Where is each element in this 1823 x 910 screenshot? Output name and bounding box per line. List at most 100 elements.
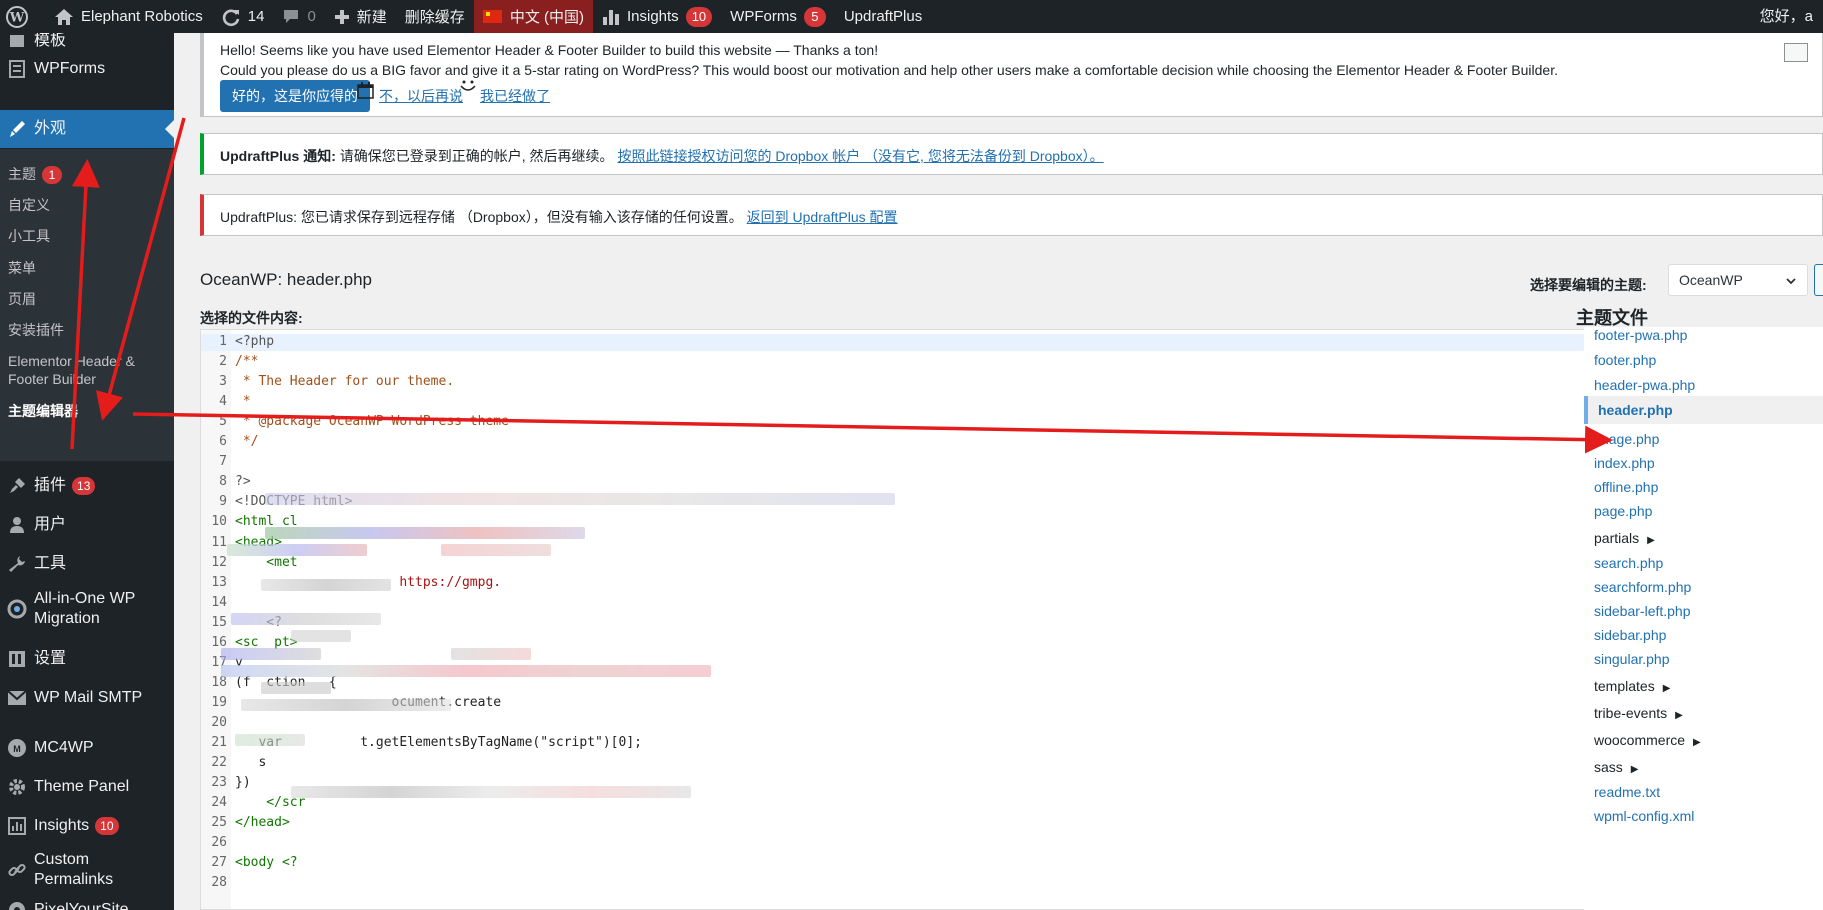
line-number: 3 [219,374,227,390]
line-number: 11 [211,534,227,550]
select-theme-button[interactable] [1814,264,1823,296]
submenu-customize[interactable]: 自定义 [8,196,50,214]
comments-link[interactable]: 0 [273,0,324,33]
file-folder-item[interactable]: sass [1594,759,1639,775]
purge-cache-link[interactable]: 删除缓存 [396,0,474,33]
line-number: 7 [219,454,227,470]
wordpress-logo-icon[interactable]: W [0,0,45,33]
plugins-update-badge: 13 [72,477,96,495]
menu-appearance[interactable]: 外观 [0,110,174,148]
file-item[interactable]: image.php [1594,431,1659,447]
file-item[interactable]: page.php [1594,503,1652,519]
menu-label: 工具 [34,555,67,572]
menu-all-in-one-wp-migration[interactable]: All-in-One WP Migration [0,586,174,632]
theme-select[interactable]: OceanWP [1668,264,1808,296]
appearance-icon [0,120,34,138]
menu-tools[interactable]: 工具 [0,547,174,581]
updates-link[interactable]: 14 [212,0,274,33]
menu-mc4wp[interactable]: M MC4WP [0,731,174,765]
file-folder-item[interactable]: tribe-events [1594,705,1683,721]
menu-wp-mail-smtp[interactable]: WP Mail SMTP [0,681,174,715]
file-folder-item[interactable]: templates [1594,678,1670,694]
redacted-block [221,648,321,660]
code-editor[interactable]: 1 <?php 2 /** 3 * The Header for our theme. 4… [200,329,1603,910]
insights-link[interactable]: Insights 10 [593,0,721,33]
file-item[interactable]: singular.php [1594,651,1670,667]
insights-badge: 10 [95,817,119,835]
menu-label: 外观 [34,120,67,137]
submenu-header[interactable]: 页眉 [8,290,36,308]
code-line: 15 <? [201,615,1586,632]
file-item[interactable]: offline.php [1594,479,1658,495]
code-line: 2 /** [201,354,1586,371]
submenu-theme-editor[interactable]: 主题编辑器 [8,402,78,420]
redacted-block [451,648,531,660]
file-item[interactable]: sidebar-left.php [1594,603,1691,619]
code-text: * @package OceanWP WordPress theme [235,414,509,430]
menu-theme-panel[interactable]: Theme Panel [0,770,174,804]
svg-text:M: M [13,744,21,754]
site-name-link[interactable]: Elephant Robotics [45,0,212,33]
updates-icon [222,9,240,26]
menu-pixelyoursite[interactable]: PixelYourSite [0,895,174,910]
maybe-later-link[interactable]: 不，以后再说 [379,86,463,106]
templates-icon [0,33,34,49]
submenu-hfe-builder[interactable]: Elementor Header & Footer Builder [8,352,158,388]
language-switcher[interactable]: 中文 (中国) [473,0,593,33]
file-item[interactable]: wpml-config.xml [1594,808,1694,824]
line-number: 5 [219,414,227,430]
file-item[interactable]: footer.php [1594,352,1656,368]
link-icon [0,860,34,880]
file-item[interactable]: footer-pwa.php [1594,327,1687,343]
menu-custom-permalinks[interactable]: Custom Permalinks [0,848,174,892]
line-number: 19 [211,694,227,710]
dropbox-auth-link[interactable]: 按照此链接授权访问您的 Dropbox 帐户 （没有它, 您将无法备份到 Dro… [617,148,1103,164]
menu-users[interactable]: 用户 [0,508,174,542]
line-number: 22 [211,755,227,771]
line-number: 8 [219,474,227,490]
file-item[interactable]: header-pwa.php [1594,377,1695,393]
new-content-link[interactable]: 新建 [325,0,396,33]
menu-label: 用户 [34,516,67,533]
code-line: 5 * @package OceanWP WordPress theme [201,414,1586,431]
submenu-menus[interactable]: 菜单 [8,259,36,277]
main-content: Hello! Seems like you have used Elemento… [174,33,1823,910]
mail-icon [0,690,34,706]
wpforms-link[interactable]: WPForms 5 [721,0,835,33]
updraftplus-label: UpdraftPlus [843,8,923,25]
menu-insights[interactable]: Insights 10 [0,809,174,843]
rate-button[interactable]: 好的，这是你应得的 [220,80,370,112]
file-folder-item[interactable]: partials [1594,530,1655,546]
user-greeting[interactable]: 您好，a [1760,0,1813,33]
menu-settings[interactable]: 设置 [0,642,174,676]
line-number: 23 [211,775,227,791]
updraftplus-settings-link[interactable]: 返回到 UpdraftPlus 配置 [747,209,898,225]
file-item[interactable]: sidebar.php [1594,627,1666,643]
code-line: 8 ?> [201,474,1586,491]
code-line: 22 s [201,755,1586,772]
updraftplus-link[interactable]: UpdraftPlus [835,0,931,33]
menu-templates[interactable]: 模板 [0,33,174,55]
file-item[interactable]: searchform.php [1594,579,1691,595]
file-item[interactable]: readme.txt [1594,784,1660,800]
line-number: 21 [211,735,227,750]
menu-label: 设置 [34,650,67,667]
mc4wp-icon: M [0,738,34,758]
insights-count-badge: 10 [685,6,713,27]
file-item-current[interactable]: header.php [1584,396,1823,424]
file-item[interactable]: index.php [1594,455,1655,471]
file-item[interactable]: search.php [1594,555,1663,571]
redacted-block [291,630,351,642]
code-line: 28 [201,875,1586,892]
code-line: 6 */ [201,434,1586,451]
menu-label: All-in-One WP Migration [34,590,136,627]
submenu-widgets[interactable]: 小工具 [8,227,50,245]
already-did-link[interactable]: 我已经做了 [480,86,550,106]
menu-plugins[interactable]: 插件 13 [0,469,174,503]
submenu-themes[interactable]: 主题 1 [8,165,62,184]
submenu-install-plugins[interactable]: 安装插件 [8,321,64,339]
menu-wpforms[interactable]: WPForms [0,55,174,83]
menu-label: WPForms [34,60,106,77]
file-folder-item[interactable]: woocommerce [1594,732,1701,748]
menu-label: WP Mail SMTP [34,689,143,706]
